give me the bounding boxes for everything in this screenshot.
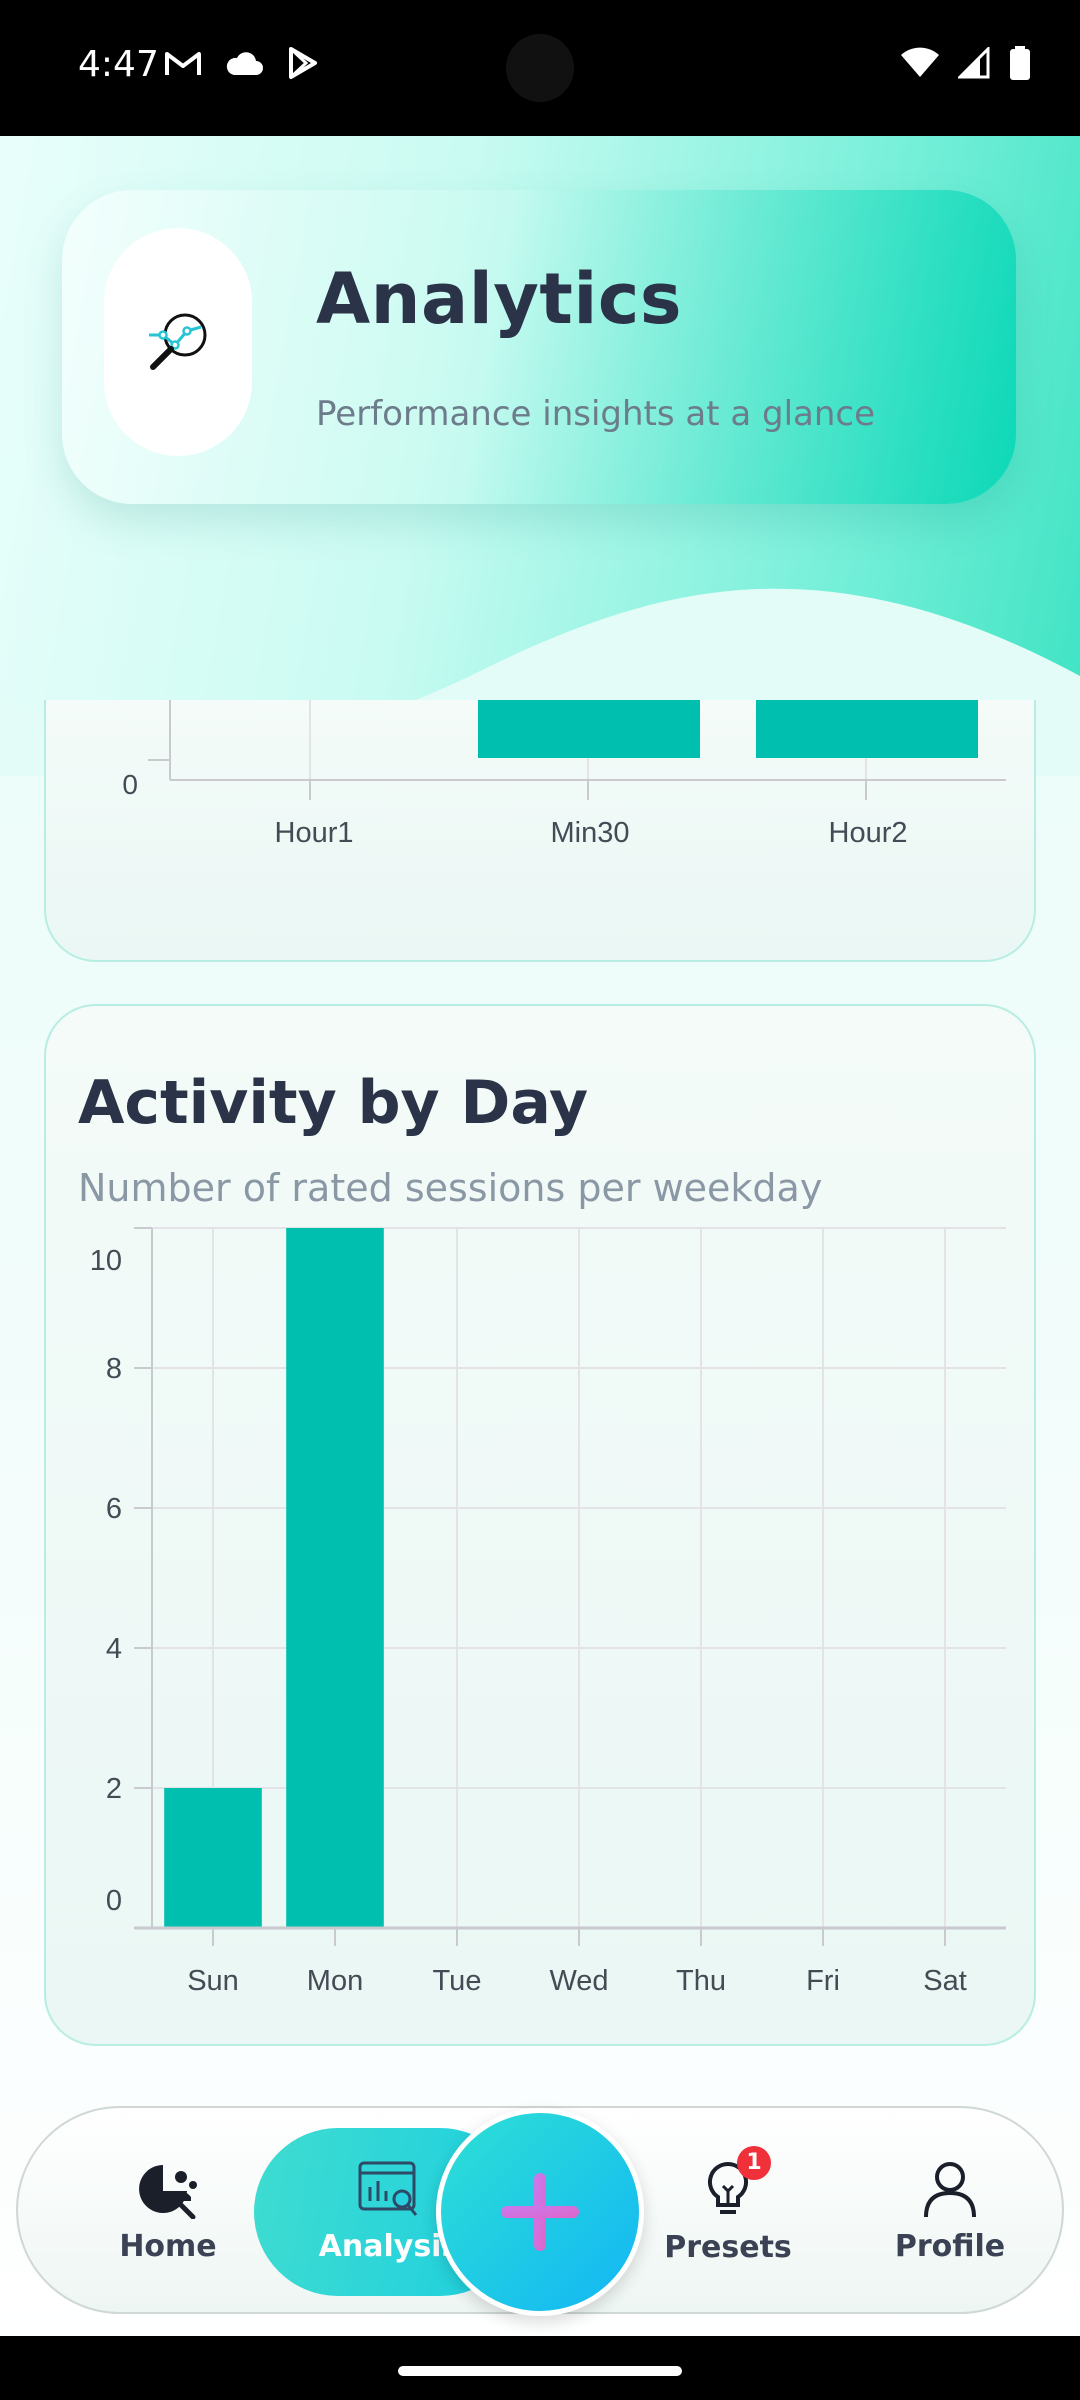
status-time: 4:47 xyxy=(78,44,159,85)
page-subtitle: Performance insights at a glance xyxy=(316,394,876,434)
profile-icon xyxy=(924,2161,976,2217)
analytics-magnifier-icon xyxy=(149,313,207,370)
chart-y-tick-label: 0 xyxy=(106,1885,122,1917)
chart-y-tick-label: 10 xyxy=(90,1245,122,1277)
activity-by-day-chart: 0 2 4 6 8 10 Sun Mon Tue Wed Thu Fri Sat xyxy=(90,1227,1006,1997)
bar-hour2 xyxy=(756,700,978,758)
chart-bar-sun xyxy=(164,1788,262,1928)
add-button[interactable] xyxy=(436,2108,644,2316)
analysis-icon xyxy=(358,2161,418,2216)
activity-by-day-card: Activity by Day Number of rated sessions… xyxy=(44,1004,1036,2046)
duration-chart-y-tick: 0 xyxy=(122,769,138,800)
duration-chart-card: 0 Hour1 Min30 Hour2 xyxy=(44,700,1036,962)
duration-chart-x-label-hour2: Hour2 xyxy=(829,817,908,849)
chart-bar-mon xyxy=(286,1228,384,1928)
duration-chart: 0 Hour1 Min30 Hour2 xyxy=(122,700,1006,849)
signal-icon xyxy=(958,47,990,79)
chart-y-tick-label: 2 xyxy=(106,1773,122,1805)
play-store-icon xyxy=(289,47,317,79)
duration-chart-x-label-min30: Min30 xyxy=(551,817,630,849)
cloud-icon xyxy=(226,52,263,75)
nav-profile-label: Profile xyxy=(894,2228,1006,2264)
status-notification-icons xyxy=(164,46,320,80)
nav-presets-label: Presets xyxy=(664,2229,792,2265)
chart-x-label-wed: Wed xyxy=(549,1965,608,1997)
nav-presets[interactable]: 1 Presets xyxy=(638,2108,818,2316)
header-icon-container xyxy=(104,228,252,456)
chart-x-label-thu: Thu xyxy=(676,1965,726,1997)
duration-chart-x-label-hour1: Hour1 xyxy=(275,817,354,849)
gesture-handle[interactable] xyxy=(398,2366,682,2376)
wifi-icon xyxy=(901,47,939,77)
nav-home-label: Home xyxy=(119,2228,217,2264)
presets-badge: 1 xyxy=(737,2145,771,2180)
bar-min30 xyxy=(478,700,700,758)
home-users-icon xyxy=(139,2164,197,2219)
plus-icon xyxy=(501,2173,579,2251)
status-bar: 4:47 xyxy=(0,0,1080,136)
status-system-icons xyxy=(900,46,1030,80)
chart-x-label-sat: Sat xyxy=(923,1965,967,1997)
chart-y-tick-label: 4 xyxy=(106,1633,122,1665)
chart-x-label-mon: Mon xyxy=(307,1965,363,1997)
nav-home[interactable]: Home xyxy=(78,2108,258,2316)
gmail-icon xyxy=(165,52,201,75)
nav-profile[interactable]: Profile xyxy=(860,2108,1040,2316)
chart-y-tick-label: 6 xyxy=(106,1493,122,1525)
page-title: Analytics xyxy=(316,258,682,340)
battery-icon xyxy=(1010,46,1030,80)
chart-x-label-tue: Tue xyxy=(433,1965,482,1997)
camera-cutout xyxy=(506,34,574,102)
presets-icon-wrap: 1 xyxy=(697,2145,771,2220)
chart-x-label-fri: Fri xyxy=(806,1965,840,1997)
chart-y-tick-label: 8 xyxy=(106,1353,122,1385)
chart-x-label-sun: Sun xyxy=(187,1965,239,1997)
